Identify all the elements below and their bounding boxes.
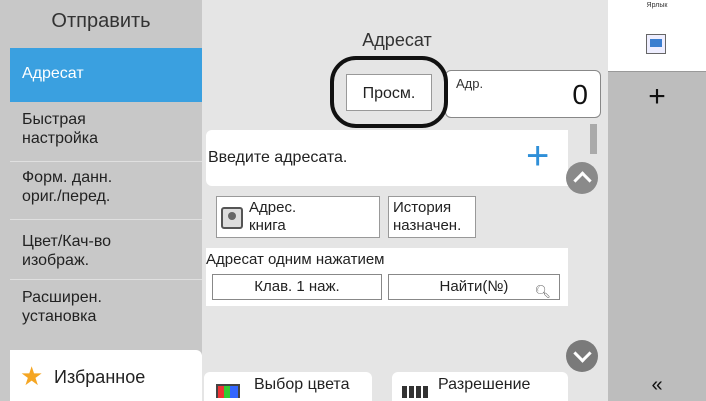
sidebar-item-label: Быстрая	[22, 111, 86, 128]
collapse-panel-button[interactable]: «	[608, 374, 706, 397]
resolution-icon	[402, 386, 430, 398]
address-book-label: Адрес. книга	[249, 199, 296, 235]
one-touch-panel: Адресат одним нажатием Клав. 1 наж. Найт…	[206, 248, 568, 306]
address-count-box: Адр. 0	[445, 70, 601, 118]
page-title: Адресат	[362, 30, 432, 50]
scroll-down-button[interactable]	[566, 340, 598, 372]
history-label-line2: назначен.	[393, 217, 462, 234]
color-selection-label: Выбор цвета	[254, 376, 350, 393]
sidebar-item-label: настройка	[22, 130, 99, 147]
plus-icon[interactable]: +	[526, 136, 549, 176]
sidebar-item-advanced[interactable]: Расширен. установка	[10, 284, 202, 340]
search-icon: 🔍︎	[534, 284, 551, 299]
sidebar-item-label: Расширен.	[22, 289, 102, 306]
send-title: Отправить	[51, 10, 151, 32]
history-label: История назначен.	[393, 199, 461, 235]
search-number-label: Найти(№)	[439, 278, 509, 295]
sidebar-item-label: изображ.	[22, 252, 90, 269]
history-button[interactable]: История назначен.	[388, 196, 476, 238]
address-label: Адр.	[456, 76, 484, 91]
color-selection-button[interactable]: Выбор цвета	[204, 372, 372, 401]
shortcut-header: Ярлык	[608, 0, 706, 72]
address-book-icon	[221, 207, 243, 229]
shortcut-document-icon[interactable]	[646, 34, 666, 54]
sidebar-item-label: Цвет/Кач-во	[22, 233, 112, 250]
star-icon: ★	[20, 361, 44, 391]
resolution-label: Разрешение	[438, 376, 531, 393]
address-book-label-line2: книга	[249, 217, 286, 234]
sidebar-item-quick-setup[interactable]: Быстрая настройка	[10, 106, 202, 162]
sidebar-item-label: ориг./перед.	[22, 188, 111, 205]
favorites-label: Избранное	[54, 367, 146, 387]
favorites-button[interactable]: ★ Избранное	[10, 350, 202, 401]
scroll-up-button[interactable]	[566, 162, 598, 194]
sidebar-item-color-quality[interactable]: Цвет/Кач-во изображ.	[10, 224, 202, 280]
search-number-button[interactable]: Найти(№) 🔍︎	[388, 274, 560, 300]
destination-input-text: Введите адресата.	[208, 149, 348, 166]
sidebar-item-label: Адресат	[22, 65, 84, 82]
address-book-label-line1: Адрес.	[249, 199, 297, 216]
view-button[interactable]: Просм.	[346, 74, 432, 111]
add-shortcut-button[interactable]: +	[608, 80, 706, 114]
main-panel: Адресат Адр. 0 Просм. Введите адресата. …	[202, 0, 608, 401]
address-book-button[interactable]: Адрес. книга	[216, 196, 380, 238]
history-label-line1: История	[393, 199, 452, 216]
shortcut-title: Ярлык	[646, 2, 668, 9]
one-touch-title: Адресат одним нажатием	[206, 251, 385, 268]
shortcut-panel: Ярлык + «	[608, 0, 706, 401]
sidebar-item-destination[interactable]: Адресат	[10, 48, 202, 102]
sidebar-item-original-format[interactable]: Форм. данн. ориг./перед.	[10, 164, 202, 220]
address-count: 0	[572, 79, 588, 110]
color-palette-icon	[216, 384, 240, 398]
destination-input[interactable]: Введите адресата. +	[206, 130, 568, 186]
resolution-button[interactable]: Разрешение	[392, 372, 568, 401]
sidebar-item-label: установка	[22, 308, 97, 325]
scrollbar-thumb[interactable]	[590, 124, 597, 154]
sidebar: Отправить Адресат Быстрая настройка Форм…	[0, 0, 202, 401]
sidebar-item-label: Форм. данн.	[22, 169, 113, 186]
one-touch-key-button[interactable]: Клав. 1 наж.	[212, 274, 382, 300]
